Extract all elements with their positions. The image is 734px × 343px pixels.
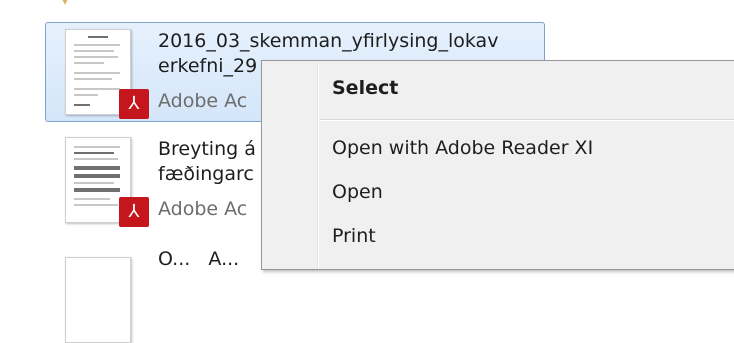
menu-separator (320, 119, 734, 121)
document-thumbnail (65, 257, 131, 343)
context-menu: Select Open with Adobe Reader XI Open Pr… (261, 60, 734, 270)
file-type: Adobe Ac (158, 90, 248, 112)
file-type: Adobe Ac (158, 198, 248, 220)
menu-item-select[interactable]: Select (332, 77, 398, 99)
partial-item-fragment: ▾ (62, 0, 69, 8)
menu-item-open-with-adobe-reader[interactable]: Open with Adobe Reader XI (332, 137, 593, 159)
adobe-pdf-icon: ⅄ (119, 197, 149, 227)
adobe-pdf-icon: ⅄ (119, 89, 149, 119)
menu-item-open[interactable]: Open (332, 181, 383, 203)
menu-item-print[interactable]: Print (332, 225, 376, 247)
menu-gutter (317, 63, 319, 269)
